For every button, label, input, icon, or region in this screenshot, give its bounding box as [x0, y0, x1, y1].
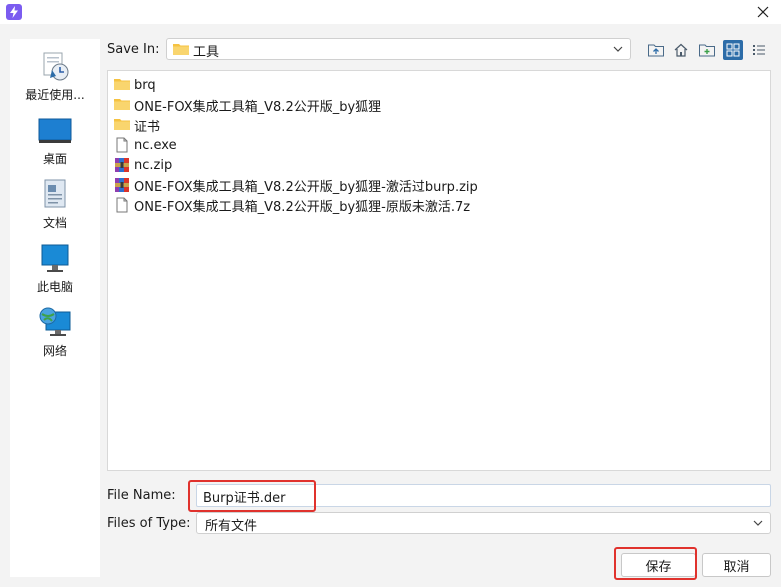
- place-label: 网络: [42, 344, 67, 358]
- places-bar: 最近使用... 桌面 文档 此电脑 网络: [10, 39, 100, 577]
- file-name: brq: [134, 77, 156, 93]
- new-folder-icon: [699, 44, 715, 57]
- file-list[interactable]: brq ONE-FOX集成工具箱_V8.2公开版_by狐狸 证书 nc.exe …: [107, 70, 771, 471]
- file-name-label: File Name:: [107, 488, 176, 503]
- cancel-button[interactable]: 取消: [702, 553, 771, 577]
- chevron-down-icon: [752, 517, 764, 529]
- chevron-down-icon: [612, 43, 624, 55]
- place-label: 文档: [42, 216, 67, 230]
- archive-icon: [114, 177, 130, 193]
- place-documents[interactable]: 文档: [10, 172, 100, 232]
- details-view-button[interactable]: [749, 40, 769, 60]
- file-type-label: Files of Type:: [107, 516, 191, 531]
- close-button[interactable]: [753, 2, 773, 22]
- highlight-box: [188, 480, 316, 512]
- list-item[interactable]: 证书: [114, 115, 160, 135]
- folder-icon: [114, 97, 130, 113]
- recent-icon: [38, 50, 72, 84]
- new-folder-button[interactable]: [697, 40, 717, 60]
- look-in-combo[interactable]: 工具: [166, 38, 631, 60]
- place-desktop[interactable]: 桌面: [10, 108, 100, 168]
- list-view-button[interactable]: [723, 40, 743, 60]
- list-item[interactable]: brq: [114, 75, 156, 95]
- place-computer[interactable]: 此电脑: [10, 236, 100, 296]
- place-label: 桌面: [42, 152, 67, 166]
- computer-icon: [38, 242, 72, 276]
- list-view-icon: [726, 43, 740, 57]
- up-folder-button[interactable]: [646, 40, 666, 60]
- file-name: 证书: [134, 119, 161, 135]
- file-name: ONE-FOX集成工具箱_V8.2公开版_by狐狸: [134, 99, 382, 115]
- bolt-icon: [6, 4, 22, 20]
- place-recent[interactable]: 最近使用...: [10, 44, 100, 104]
- details-view-icon: [753, 45, 765, 55]
- home-button[interactable]: [671, 40, 691, 60]
- place-label: 最近使用...: [25, 88, 85, 102]
- place-label: 此电脑: [36, 280, 73, 294]
- title-bar: [0, 0, 781, 24]
- documents-icon: [38, 178, 72, 212]
- file-name: nc.zip: [134, 157, 173, 173]
- look-in-value: 工具: [193, 45, 220, 60]
- file-name: ONE-FOX集成工具箱_V8.2公开版_by狐狸-原版未激活.7z: [134, 199, 471, 215]
- place-network[interactable]: 网络: [10, 300, 100, 360]
- highlight-box: [614, 547, 697, 580]
- file-icon: [114, 137, 130, 153]
- desktop-icon: [38, 114, 72, 148]
- list-item[interactable]: ONE-FOX集成工具箱_V8.2公开版_by狐狸-原版未激活.7z: [114, 195, 470, 215]
- folder-icon: [173, 42, 189, 56]
- close-icon: [757, 6, 769, 18]
- list-item[interactable]: nc.exe: [114, 135, 177, 155]
- archive-icon: [114, 157, 130, 173]
- look-in-label: Save In:: [107, 42, 160, 57]
- folder-icon: [114, 77, 130, 93]
- folder-icon: [114, 117, 130, 133]
- file-type-value: 所有文件: [205, 519, 258, 534]
- up-folder-icon: [648, 44, 664, 57]
- network-icon: [38, 306, 72, 340]
- file-name: nc.exe: [134, 137, 177, 153]
- home-icon: [674, 43, 688, 57]
- file-name: ONE-FOX集成工具箱_V8.2公开版_by狐狸-激活过burp.zip: [134, 179, 478, 195]
- list-item[interactable]: nc.zip: [114, 155, 172, 175]
- file-icon: [114, 197, 130, 213]
- list-item[interactable]: ONE-FOX集成工具箱_V8.2公开版_by狐狸: [114, 95, 381, 115]
- file-type-combo[interactable]: 所有文件: [196, 512, 771, 534]
- list-item[interactable]: ONE-FOX集成工具箱_V8.2公开版_by狐狸-激活过burp.zip: [114, 175, 478, 195]
